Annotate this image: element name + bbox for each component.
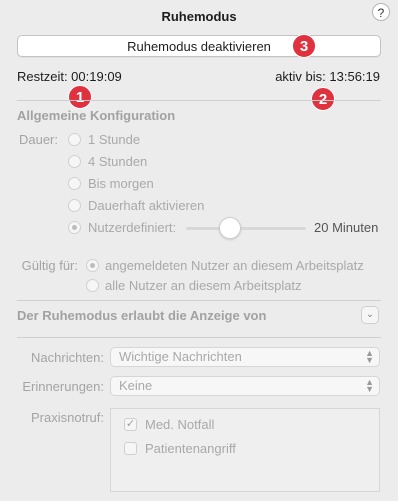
checkbox-patient-attack[interactable] <box>124 442 137 455</box>
messages-select[interactable]: Wichtige Nachrichten ▲ ▼ <box>110 347 380 367</box>
reminders-select[interactable]: Keine ▲ ▼ <box>110 376 380 396</box>
radio-4-hours-label: 4 Stunden <box>88 154 148 169</box>
reminders-label: Erinnerungen: <box>22 379 104 394</box>
checkbox-medical-emergency-label: Med. Notfall <box>145 417 215 432</box>
general-config-heading: Allgemeine Konfiguration <box>17 108 176 123</box>
window-title: Ruhemodus <box>161 9 237 24</box>
divider <box>17 100 381 101</box>
radio-all-users[interactable] <box>86 279 99 292</box>
radio-current-user-label: angemeldeten Nutzer an diesem Arbeitspla… <box>105 258 364 273</box>
radio-all-users-label: alle Nutzer an diesem Arbeitsplatz <box>105 278 302 293</box>
radio-until-tomorrow[interactable] <box>68 177 81 190</box>
radio-permanent-label: Dauerhaft aktivieren <box>88 198 205 213</box>
divider <box>17 300 381 301</box>
radio-4-hours[interactable] <box>68 155 81 168</box>
radio-custom-label: Nutzerdefiniert: <box>88 220 177 235</box>
remaining-time: Restzeit: 00:19:09 <box>17 69 122 84</box>
validity-label: Gültig für: <box>21 258 78 273</box>
custom-duration-value: 20 Minuten <box>314 220 379 235</box>
stepper-arrows-icon: ▲ ▼ <box>365 348 374 365</box>
divider <box>17 337 381 338</box>
radio-1-hour-label: 1 Stunde <box>88 132 141 147</box>
messages-label: Nachrichten: <box>31 350 104 365</box>
duration-slider-knob[interactable] <box>219 217 241 239</box>
radio-until-tomorrow-label: Bis morgen <box>88 176 154 191</box>
messages-select-value: Wichtige Nachrichten <box>119 349 242 364</box>
emergency-label: Praxisnotruf: <box>31 410 104 425</box>
help-button[interactable]: ? <box>372 3 390 21</box>
duration-label: Dauer: <box>18 132 58 147</box>
display-heading: Der Ruhemodus erlaubt die Anzeige von <box>17 308 267 323</box>
checkbox-medical-emergency[interactable]: ✓ <box>124 418 137 431</box>
annotation-badge-1: 1 <box>68 85 92 109</box>
collapse-section-button[interactable]: ⌄ <box>361 306 379 324</box>
reminders-select-value: Keine <box>119 378 153 393</box>
active-until-time: aktiv bis: 13:56:19 <box>275 69 380 84</box>
radio-permanent[interactable] <box>68 199 81 212</box>
radio-1-hour[interactable] <box>68 133 81 146</box>
annotation-badge-3: 3 <box>292 34 316 58</box>
stepper-arrows-icon: ▲ ▼ <box>365 377 374 394</box>
deactivate-sleep-mode-button[interactable]: Ruhemodus deaktivieren <box>17 35 381 57</box>
annotation-badge-2: 2 <box>311 87 335 111</box>
radio-current-user[interactable] <box>86 259 99 272</box>
radio-custom[interactable] <box>68 221 81 234</box>
checkbox-patient-attack-label: Patientenangriff <box>145 441 236 456</box>
duration-slider-track[interactable] <box>186 227 306 230</box>
